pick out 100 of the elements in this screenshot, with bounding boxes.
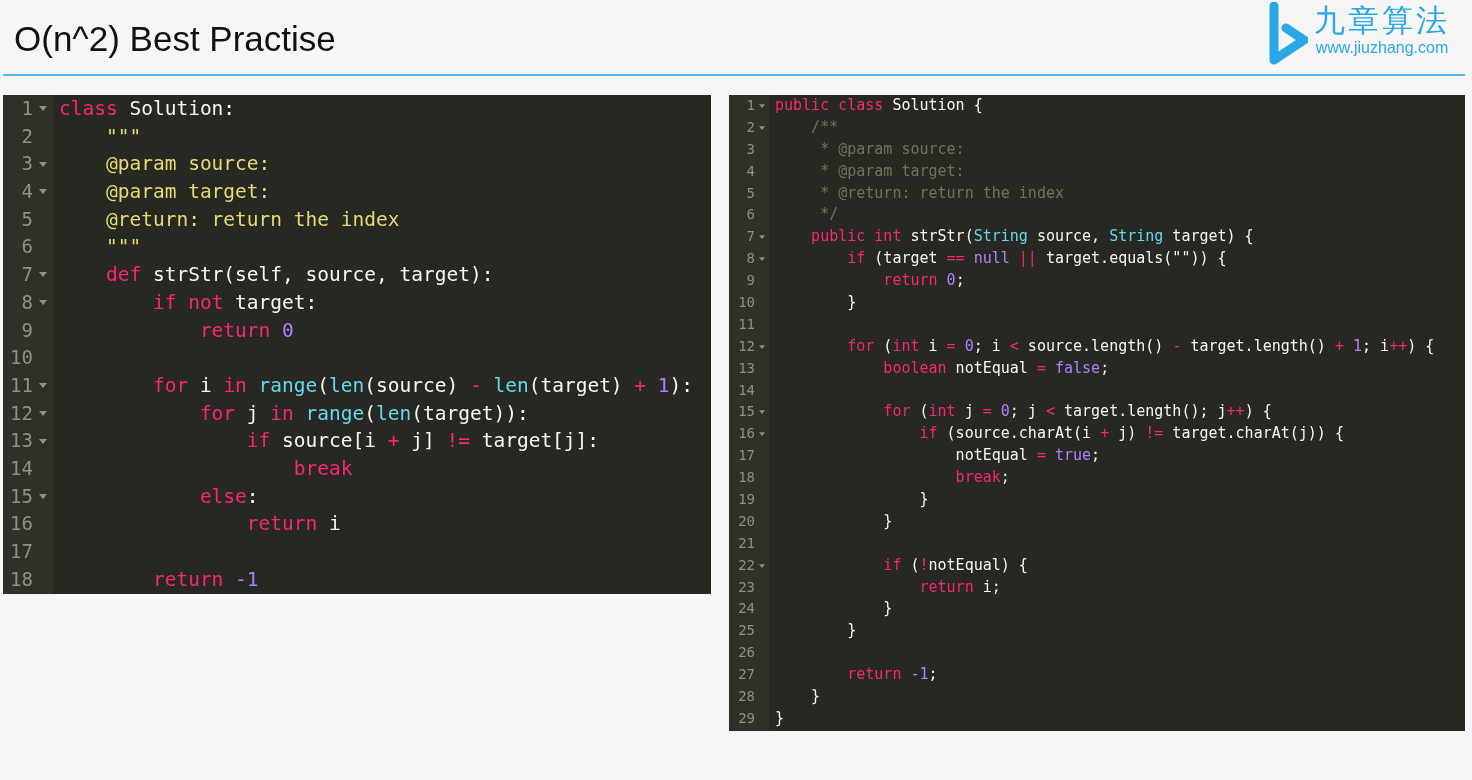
code-line: return -1; xyxy=(846,665,938,684)
code-line: def strStr(self, source, target): xyxy=(104,263,494,287)
code-line: return i; xyxy=(918,577,1001,596)
code-line: @return: return the index xyxy=(104,207,400,231)
code-line: public int strStr(String source, String target) { xyxy=(810,227,1254,246)
line-number: 25 xyxy=(738,621,755,641)
line-number: 4 xyxy=(746,161,755,181)
line-number: 3 xyxy=(21,151,33,177)
line-number: 24 xyxy=(738,599,755,619)
code-line: if (source.charAt(i + j) != target.charAt(j)) { xyxy=(918,424,1344,443)
line-number: 9 xyxy=(21,317,33,343)
fold-icon[interactable] xyxy=(39,272,47,278)
line-number: 17 xyxy=(738,446,755,466)
code-line: for j in range(len(target)): xyxy=(198,401,529,425)
line-number: 16 xyxy=(738,424,755,444)
fold-icon[interactable] xyxy=(759,344,765,349)
code-line: * @param target: xyxy=(819,161,965,180)
line-number: 1 xyxy=(746,96,755,115)
line-number: 4 xyxy=(21,179,33,205)
slide-title: O(n^2) Best Practise xyxy=(14,19,336,59)
code-line: } xyxy=(846,621,857,640)
code-line: """ xyxy=(104,235,142,259)
line-number: 26 xyxy=(738,643,755,663)
line-number: 2 xyxy=(746,117,755,137)
code-line: for (int i = 0; i < source.length() - target.length() + 1; i++) { xyxy=(846,336,1435,355)
logo-icon xyxy=(1268,2,1308,66)
code-line: return 0 xyxy=(198,318,294,342)
line-number: 18 xyxy=(10,566,33,592)
fold-icon[interactable] xyxy=(39,438,47,444)
line-number: 22 xyxy=(738,555,755,575)
line-number: 29 xyxy=(738,708,755,728)
fold-icon[interactable] xyxy=(39,189,47,195)
code-line: if (!notEqual) { xyxy=(882,555,1028,574)
fold-icon[interactable] xyxy=(759,103,765,108)
code-line: """ xyxy=(104,124,142,148)
line-number: 8 xyxy=(746,249,755,269)
line-number: 2 xyxy=(21,123,33,149)
line-number: 13 xyxy=(738,358,755,378)
fold-icon[interactable] xyxy=(39,300,47,306)
code-line: break; xyxy=(954,468,1010,487)
line-number: 12 xyxy=(10,400,33,426)
code-line: } xyxy=(846,293,857,311)
line-number: 16 xyxy=(10,511,33,537)
code-line: boolean notEqual = false; xyxy=(882,358,1110,377)
line-number: 1 xyxy=(21,96,33,121)
code-line: return i xyxy=(245,512,341,536)
code-line: for (int j = 0; j < target.length(); j++) { xyxy=(882,402,1272,421)
line-number: 14 xyxy=(10,455,33,481)
line-number: 6 xyxy=(746,205,755,225)
code-line: break xyxy=(292,456,353,480)
fold-icon[interactable] xyxy=(39,410,47,416)
code-line: if source[i + j] != target[j]: xyxy=(245,429,600,453)
logo-name: 九章算法 xyxy=(1314,2,1450,38)
fold-icon[interactable] xyxy=(39,383,47,389)
code-line: return -1 xyxy=(151,567,259,591)
code-line: @param target: xyxy=(104,180,271,204)
code-line: notEqual = true; xyxy=(954,446,1101,465)
line-number: 3 xyxy=(746,139,755,159)
line-number: 10 xyxy=(738,293,755,312)
code-line: class Solution: xyxy=(59,97,236,120)
line-number: 15 xyxy=(738,402,755,422)
line-number: 6 xyxy=(21,234,33,260)
fold-icon[interactable] xyxy=(759,235,765,240)
fold-icon[interactable] xyxy=(759,125,765,130)
fold-icon[interactable] xyxy=(39,106,47,112)
logo-url: www.jiuzhang.com xyxy=(1315,38,1449,58)
line-number: 12 xyxy=(738,336,755,356)
fold-icon[interactable] xyxy=(39,161,47,167)
line-number: 17 xyxy=(10,539,33,564)
code-line: @param source: xyxy=(104,152,271,176)
code-line: for i in range(len(source) - len(target) + 1): xyxy=(151,373,694,397)
line-number: 5 xyxy=(21,206,33,232)
code-line: if (target == null || target.equals("")) { xyxy=(846,249,1227,268)
line-number: 23 xyxy=(738,577,755,597)
line-number: 7 xyxy=(21,262,33,288)
line-number: 11 xyxy=(10,372,33,398)
line-number: 5 xyxy=(746,183,755,203)
fold-icon[interactable] xyxy=(759,410,765,415)
line-number: 18 xyxy=(738,468,755,488)
fold-icon[interactable] xyxy=(759,563,765,568)
line-number: 14 xyxy=(738,380,755,400)
line-number: 27 xyxy=(738,665,755,685)
line-number: 20 xyxy=(738,511,755,531)
code-line: } xyxy=(775,708,785,727)
code-line: } xyxy=(882,511,893,530)
code-line: else: xyxy=(198,484,259,508)
line-number: 10 xyxy=(10,345,33,371)
code-line: } xyxy=(882,599,893,618)
fold-icon[interactable] xyxy=(39,493,47,499)
code-line: if not target: xyxy=(151,290,318,314)
line-number: 19 xyxy=(738,490,755,510)
code-line: } xyxy=(810,687,821,706)
code-line: return 0; xyxy=(882,271,965,290)
line-number: 7 xyxy=(746,227,755,247)
code-line: public class Solution { xyxy=(775,96,983,114)
fold-icon[interactable] xyxy=(759,257,765,262)
fold-icon[interactable] xyxy=(759,432,765,437)
code-line: } xyxy=(918,490,929,509)
line-number: 13 xyxy=(10,428,33,454)
line-number: 11 xyxy=(738,314,755,334)
